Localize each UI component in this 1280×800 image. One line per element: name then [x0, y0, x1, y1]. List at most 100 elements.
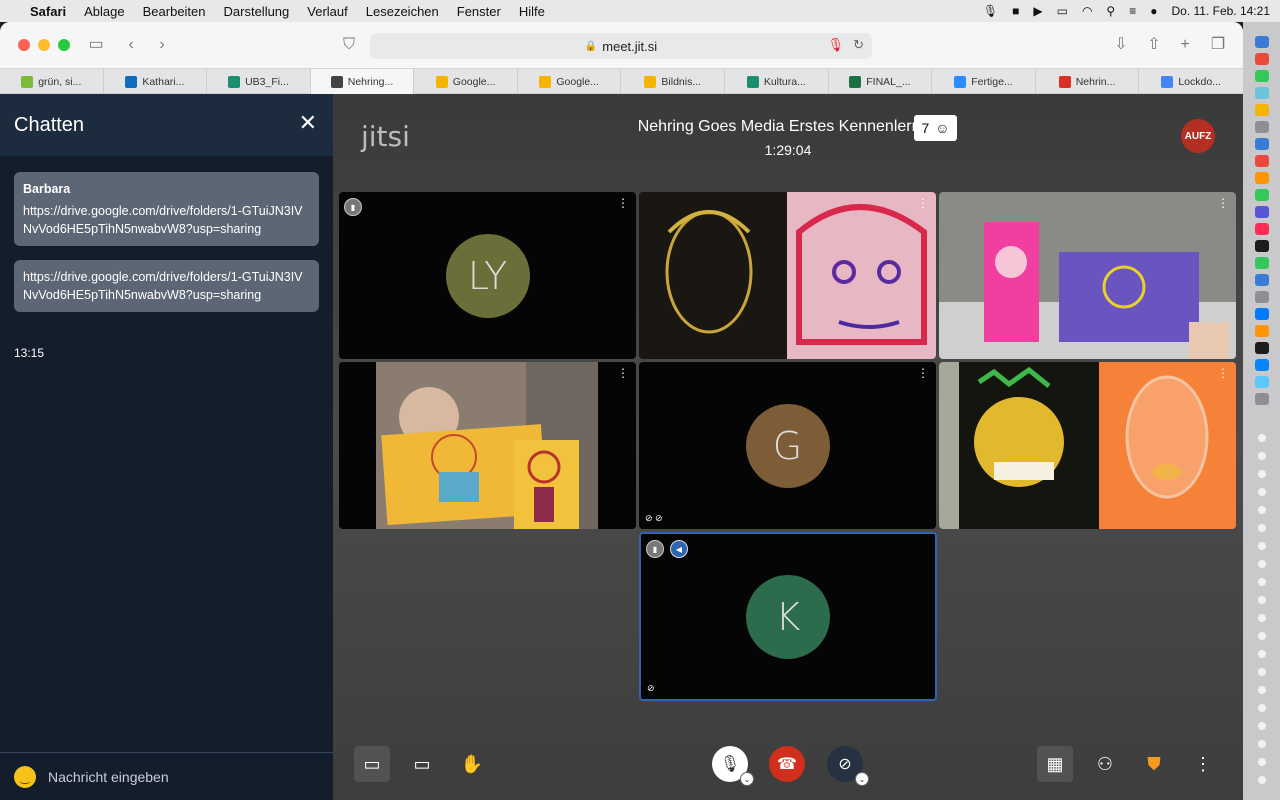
participant-tile[interactable]: LY ▮ ⋮ — [339, 192, 636, 359]
hangup-icon[interactable]: ☎ — [769, 746, 805, 782]
dock-app-icon[interactable] — [1255, 291, 1269, 303]
dock-dot-icon[interactable] — [1258, 686, 1266, 694]
tile-menu-icon[interactable]: ⋮ — [1217, 197, 1229, 209]
menu-lesezeichen[interactable]: Lesezeichen — [366, 4, 439, 19]
connection-signal-icon[interactable]: ▮ — [646, 540, 664, 558]
dock-app-icon[interactable] — [1255, 274, 1269, 286]
clock[interactable]: Do. 11. Feb. 14:21 — [1171, 4, 1270, 18]
close-chat-icon[interactable]: ✕ — [299, 112, 317, 134]
share-icon[interactable]: ⇧ — [1144, 35, 1164, 55]
camera-off-icon[interactable]: ⊘ ⌄ — [827, 746, 869, 786]
battery-icon[interactable]: ▭ — [1057, 4, 1068, 18]
dock-app-icon[interactable] — [1255, 393, 1269, 405]
dock-app-icon[interactable] — [1255, 104, 1269, 116]
participant-tile[interactable]: ⋮ — [939, 192, 1236, 359]
chat-toggle-button[interactable]: ▭ — [354, 746, 390, 782]
dock-app-icon[interactable] — [1255, 189, 1269, 201]
minimize-window-button[interactable] — [38, 39, 50, 51]
dock-dot-icon[interactable] — [1258, 524, 1266, 532]
dock-app-icon[interactable] — [1255, 376, 1269, 388]
participant-tile[interactable]: ⋮ — [339, 362, 636, 529]
mic-status-icon[interactable]: 🎙 — [983, 4, 998, 18]
tab[interactable]: Google... — [518, 69, 622, 94]
dock-dot-icon[interactable] — [1258, 560, 1266, 568]
recording-mic-icon[interactable]: 🎙 — [827, 37, 844, 53]
dock-app-icon[interactable] — [1255, 138, 1269, 150]
menu-ablage[interactable]: Ablage — [84, 4, 124, 19]
chat-input[interactable]: Nachricht eingeben — [48, 769, 169, 785]
dock-app-icon[interactable] — [1255, 223, 1269, 235]
tab-overview-icon[interactable]: ❐ — [1208, 35, 1228, 55]
dock-dot-icon[interactable] — [1258, 596, 1266, 604]
more-icon[interactable]: ⋮ — [1185, 746, 1221, 782]
security-button[interactable]: ⛊ — [1136, 746, 1172, 782]
tile-view-button[interactable]: ▦ — [1037, 746, 1073, 782]
camera-button[interactable]: ⊘ ⌄ — [827, 746, 869, 786]
sidebar-toggle-icon[interactable]: ▭ — [86, 35, 106, 55]
dock-dot-icon[interactable] — [1258, 542, 1266, 550]
tile-menu-icon[interactable]: ⋮ — [617, 197, 629, 209]
tab[interactable]: Nehrin... — [1036, 69, 1140, 94]
new-tab-icon[interactable]: + — [1175, 35, 1195, 55]
screenshare-button[interactable]: ▭ — [404, 746, 440, 782]
siri-icon[interactable]: ● — [1150, 4, 1157, 18]
tile-menu-icon[interactable]: ⋮ — [1217, 367, 1229, 379]
tab[interactable]: FINAL_... — [829, 69, 933, 94]
tile-menu-icon[interactable]: ⋮ — [917, 367, 929, 379]
dock-app-icon[interactable] — [1255, 206, 1269, 218]
tab[interactable]: UB3_Fi... — [207, 69, 311, 94]
tab[interactable]: Kathari... — [104, 69, 208, 94]
downloads-icon[interactable]: ⇩ — [1111, 35, 1131, 55]
dock-dot-icon[interactable] — [1258, 668, 1266, 676]
dock-dot-icon[interactable] — [1258, 758, 1266, 766]
participant-tile[interactable]: G ⋮ ⊘ ⊘ — [639, 362, 936, 529]
emoji-icon[interactable]: ‿ — [14, 765, 36, 788]
dock-app-icon[interactable] — [1255, 155, 1269, 167]
play-icon[interactable]: ▶ — [1033, 4, 1042, 18]
chat-icon[interactable]: ▭ — [354, 746, 390, 782]
menu-app[interactable]: Safari — [30, 4, 66, 19]
microphone-icon[interactable]: 🎙 ⌄ — [712, 746, 754, 786]
dock-dot-icon[interactable] — [1258, 470, 1266, 478]
more-button[interactable]: ⋮ — [1185, 746, 1221, 782]
dock-app-icon[interactable] — [1255, 70, 1269, 82]
wifi-icon[interactable]: ◠ — [1082, 4, 1092, 18]
dock-dot-icon[interactable] — [1258, 614, 1266, 622]
dock-app-icon[interactable] — [1255, 53, 1269, 65]
dock-dot-icon[interactable] — [1258, 740, 1266, 748]
control-center-icon[interactable]: ≡ — [1129, 4, 1136, 18]
privacy-shield-icon[interactable]: ⛉ — [339, 35, 359, 55]
dock-dot-icon[interactable] — [1258, 434, 1266, 442]
participant-tile[interactable]: ⋮ — [939, 362, 1236, 529]
dock-dot-icon[interactable] — [1258, 578, 1266, 586]
back-icon[interactable]: ‹ — [121, 35, 141, 55]
dock-dot-icon[interactable] — [1258, 632, 1266, 640]
dock-app-icon[interactable] — [1255, 308, 1269, 320]
raise-hand-button[interactable]: ✋ — [454, 746, 490, 782]
invite-icon[interactable]: ⚇ — [1087, 746, 1123, 782]
spotlight-icon[interactable]: ⚲ — [1106, 4, 1115, 18]
dock-dot-icon[interactable] — [1258, 452, 1266, 460]
tab[interactable]: Bildnis... — [621, 69, 726, 94]
dock-app-icon[interactable] — [1255, 325, 1269, 337]
tile-menu-icon[interactable]: ⋮ — [617, 367, 629, 379]
dock-app-icon[interactable] — [1255, 121, 1269, 133]
security-shield-icon[interactable]: ⛊ — [1136, 746, 1172, 782]
menu-darstellung[interactable]: Darstellung — [224, 4, 290, 19]
menu-verlauf[interactable]: Verlauf — [307, 4, 347, 19]
participant-tile-dominant-speaker[interactable]: K ▮ ◀ ⊘ — [639, 532, 937, 701]
mic-options-icon[interactable]: ⌄ — [740, 772, 754, 786]
dock-app-icon[interactable] — [1255, 342, 1269, 354]
forward-icon[interactable]: › — [152, 35, 172, 55]
facetime-icon[interactable]: ■ — [1012, 4, 1019, 18]
camera-options-icon[interactable]: ⌄ — [855, 772, 869, 786]
participant-tile[interactable]: ⋮ — [639, 192, 936, 359]
dock-dot-icon[interactable] — [1258, 650, 1266, 658]
connection-signal-icon[interactable]: ▮ — [344, 198, 362, 216]
raise-hand-icon[interactable]: ✋ — [454, 746, 490, 782]
participant-count-button[interactable]: 7 ☺ — [914, 115, 957, 141]
dock-dot-icon[interactable] — [1258, 506, 1266, 514]
message-link[interactable]: https://drive.google.com/drive/folders/1… — [23, 268, 310, 304]
close-window-button[interactable] — [18, 39, 30, 51]
tab[interactable]: Fertige... — [932, 69, 1036, 94]
